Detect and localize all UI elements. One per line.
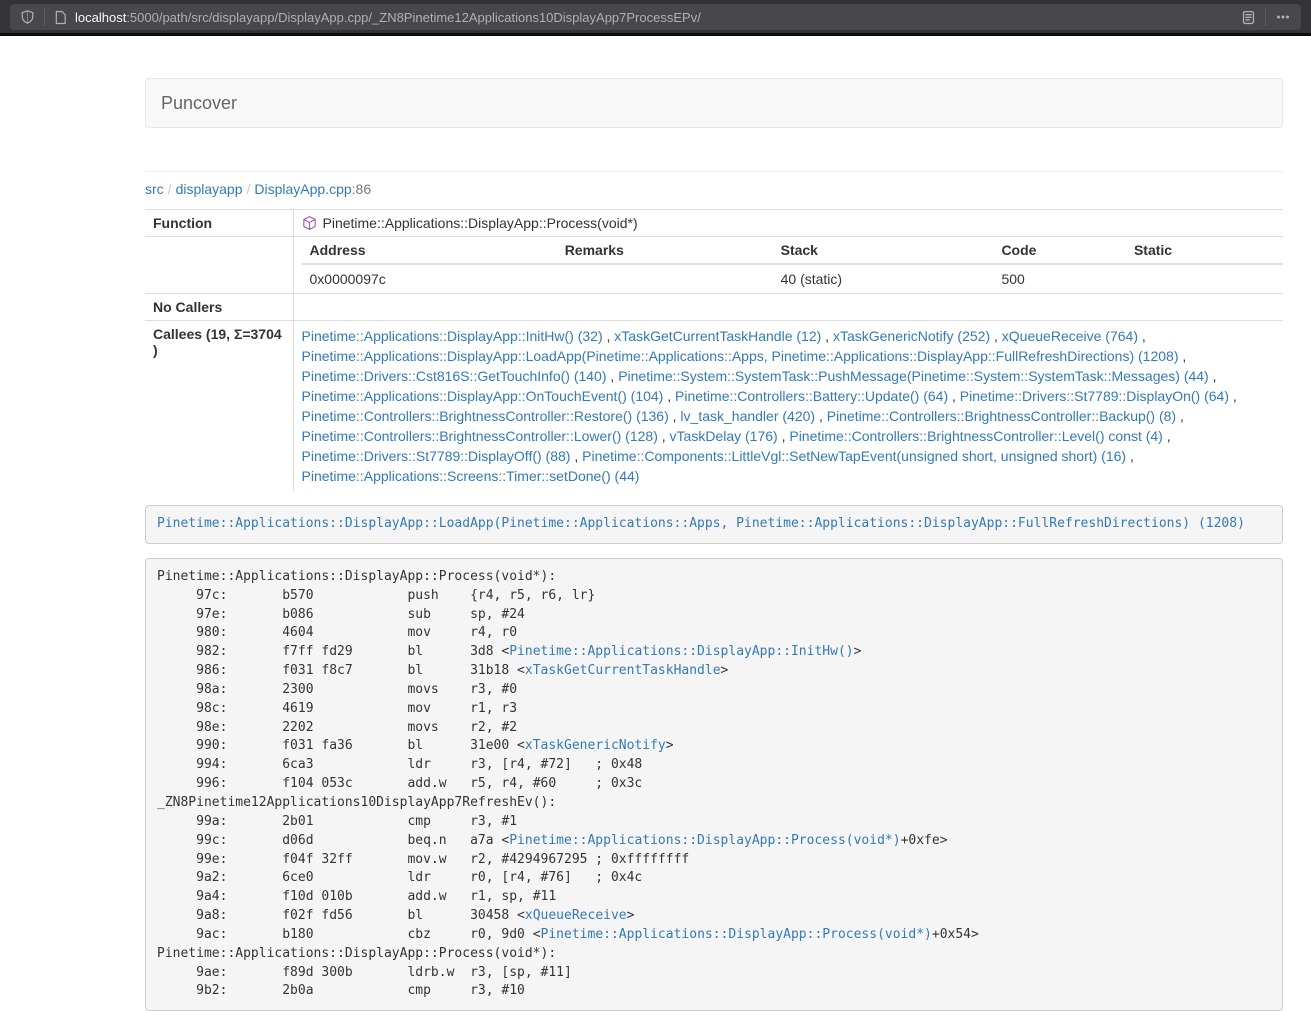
toolbar-bottom-edge [0, 33, 1311, 36]
callee-separator: , [990, 328, 1002, 344]
function-row: Function Pinetime::Applications::Display… [145, 210, 1283, 237]
toolbar-separator [44, 8, 45, 26]
callee-link[interactable]: Pinetime::Components::LittleVgl::SetNewT… [582, 448, 1126, 464]
app-navbar: Puncover [145, 78, 1283, 128]
column-header-address: Address [302, 237, 557, 264]
callee-separator: , [948, 388, 960, 404]
callee-separator: , [821, 328, 833, 344]
assembly-symbol-link[interactable]: xTaskGenericNotify [525, 738, 666, 753]
table-row: 0x0000097c 40 (static) 500 [302, 264, 1284, 293]
callee-separator: , [1176, 408, 1184, 424]
callee-separator: , [603, 328, 615, 344]
callees-label: Callees (19, Σ=3704 ) [145, 321, 293, 492]
callee-separator: , [669, 408, 681, 424]
url-bar[interactable]: localhost:5000/path/src/displayapp/Displ… [10, 4, 1301, 30]
url-host: localhost [75, 10, 126, 25]
column-header-static: Static [1126, 237, 1283, 264]
stack-value: 40 (static) [773, 264, 994, 293]
callee-link[interactable]: Pinetime::Drivers::Cst816S::GetTouchInfo… [302, 368, 607, 384]
page-container: Puncover src/displayapp/DisplayApp.cpp:8… [145, 78, 1283, 1011]
symbol-cube-icon [302, 215, 317, 231]
callee-link[interactable]: vTaskDelay (176) [670, 428, 778, 444]
callee-link[interactable]: Pinetime::Controllers::BrightnessControl… [302, 408, 669, 424]
static-value [1126, 264, 1283, 293]
assembly-symbol-link[interactable]: xQueueReceive [525, 908, 627, 923]
callee-link[interactable]: xQueueReceive (764) [1002, 328, 1138, 344]
callee-link[interactable]: xTaskGenericNotify (252) [833, 328, 990, 344]
assembly-symbol-link[interactable]: xTaskGetCurrentTaskHandle [525, 663, 721, 678]
breadcrumb-link-file[interactable]: DisplayApp.cpp [254, 181, 351, 197]
callee-separator: , [1126, 448, 1134, 464]
column-header-stack: Stack [773, 237, 994, 264]
stats-row: Address Remarks Stack Code Static 0x0000… [145, 237, 1283, 294]
column-header-remarks: Remarks [557, 237, 773, 264]
callee-separator: , [778, 428, 790, 444]
code-value: 500 [993, 264, 1126, 293]
callee-separator: , [658, 428, 670, 444]
page-icon[interactable] [54, 10, 67, 25]
callee-link[interactable]: Pinetime::Applications::Screens::Timer::… [302, 468, 640, 484]
no-callers-label: No Callers [145, 294, 293, 321]
toolbar-separator [1265, 8, 1266, 26]
callee-separator: , [1229, 388, 1237, 404]
breadcrumb: src/displayapp/DisplayApp.cpp:86 [145, 181, 1283, 197]
address-value: 0x0000097c [302, 264, 557, 293]
stats-table: Address Remarks Stack Code Static 0x0000… [302, 237, 1284, 293]
callee-link[interactable]: Pinetime::Applications::DisplayApp::OnTo… [302, 388, 664, 404]
callee-link[interactable]: Pinetime::System::SystemTask::PushMessag… [618, 368, 1209, 384]
url-text[interactable]: localhost:5000/path/src/displayapp/Displ… [75, 10, 1241, 25]
breadcrumb-link-displayapp[interactable]: displayapp [176, 181, 243, 197]
callee-separator: , [1209, 368, 1217, 384]
breadcrumb-separator: / [243, 181, 255, 197]
breadcrumb-link-src[interactable]: src [145, 181, 164, 197]
callee-separator: , [663, 388, 675, 404]
assembly-listing: Pinetime::Applications::DisplayApp::Proc… [145, 558, 1283, 1011]
callee-link[interactable]: xTaskGetCurrentTaskHandle (12) [614, 328, 821, 344]
url-path: :5000/path/src/displayapp/DisplayApp.cpp… [126, 10, 701, 25]
breadcrumb-line-number: :86 [352, 181, 371, 197]
highlighted-callee-link[interactable]: Pinetime::Applications::DisplayApp::Load… [157, 516, 1245, 531]
callees-list: Pinetime::Applications::DisplayApp::Init… [293, 321, 1283, 492]
highlighted-callee-block: Pinetime::Applications::DisplayApp::Load… [145, 505, 1283, 544]
callee-link[interactable]: Pinetime::Controllers::BrightnessControl… [302, 428, 658, 444]
callee-separator: , [1138, 328, 1146, 344]
callees-row: Callees (19, Σ=3704 ) Pinetime::Applicat… [145, 321, 1283, 492]
app-brand[interactable]: Puncover [161, 93, 237, 114]
assembly-symbol-link[interactable]: Pinetime::Applications::DisplayApp::Proc… [509, 833, 900, 848]
callee-separator: , [570, 448, 582, 464]
remarks-value [557, 264, 773, 293]
browser-toolbar: localhost:5000/path/src/displayapp/Displ… [0, 0, 1311, 33]
assembly-symbol-link[interactable]: Pinetime::Applications::DisplayApp::Init… [509, 644, 853, 659]
assembly-symbol-link[interactable]: Pinetime::Applications::DisplayApp::Proc… [541, 927, 932, 942]
callee-link[interactable]: Pinetime::Drivers::St7789::DisplayOn() (… [960, 388, 1229, 404]
callee-link[interactable]: Pinetime::Applications::DisplayApp::Init… [302, 328, 603, 344]
shield-icon[interactable] [20, 9, 35, 25]
callee-separator: , [815, 408, 827, 424]
function-label: Function [145, 210, 293, 237]
callee-link[interactable]: Pinetime::Drivers::St7789::DisplayOff() … [302, 448, 571, 464]
callee-separator: , [1178, 348, 1186, 364]
function-name: Pinetime::Applications::DisplayApp::Proc… [323, 215, 638, 231]
no-callers-row: No Callers [145, 294, 1283, 321]
breadcrumb-separator: / [164, 181, 176, 197]
callee-link[interactable]: Pinetime::Controllers::BrightnessControl… [789, 428, 1162, 444]
column-header-code: Code [993, 237, 1126, 264]
callee-link[interactable]: Pinetime::Controllers::BrightnessControl… [827, 408, 1176, 424]
function-table: Function Pinetime::Applications::Display… [145, 209, 1283, 491]
reader-mode-icon[interactable] [1241, 10, 1256, 25]
callee-link[interactable]: Pinetime::Controllers::Battery::Update()… [675, 388, 948, 404]
divider [145, 171, 1283, 172]
stats-row-label [145, 237, 293, 294]
callee-link[interactable]: Pinetime::Applications::DisplayApp::Load… [302, 348, 1179, 364]
callee-separator: , [1163, 428, 1171, 444]
callee-separator: , [607, 368, 619, 384]
menu-dots-icon[interactable] [1275, 9, 1291, 25]
callee-link[interactable]: lv_task_handler (420) [680, 408, 815, 424]
